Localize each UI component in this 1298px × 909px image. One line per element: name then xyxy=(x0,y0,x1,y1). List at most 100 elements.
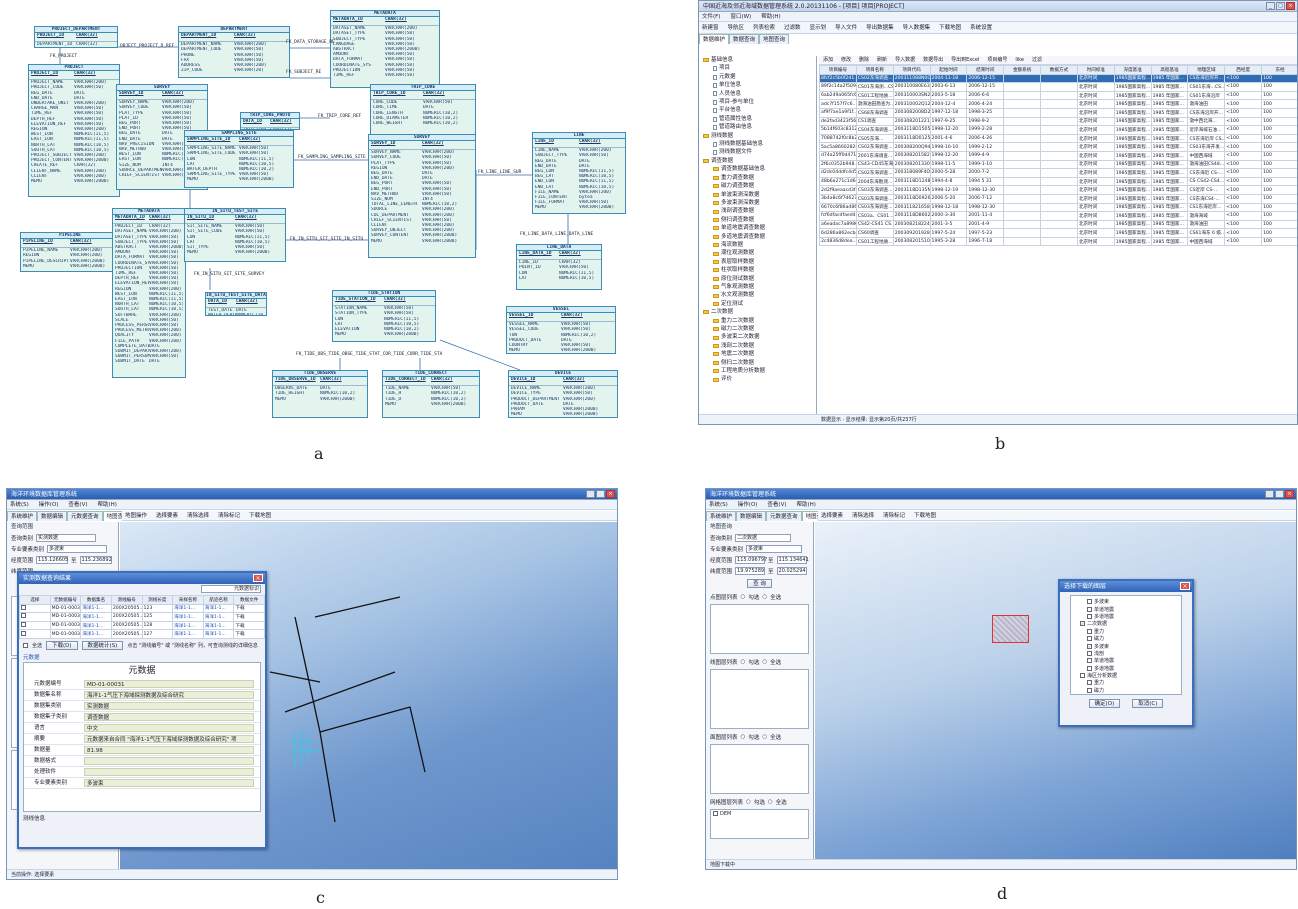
tree-node[interactable]: 项目-参与单位 xyxy=(703,98,816,106)
table-row[interactable]: 7088742f0c8b2...CS05东海...2003118D0125200… xyxy=(819,133,1297,144)
grid-toolbar-button[interactable]: 数据导出 xyxy=(923,56,943,64)
column-header[interactable]: 项目编号 xyxy=(819,65,857,75)
tree-node[interactable]: 人员信息 xyxy=(703,90,816,98)
tree-node[interactable]: 重力调查数据 xyxy=(703,174,816,182)
column-header[interactable]: 项目代码 xyxy=(892,65,931,75)
lat-min-input[interactable]: 19.975289 xyxy=(735,566,766,575)
grid-toolbar-button[interactable]: like xyxy=(1015,56,1024,64)
tree-node[interactable]: 二次数据 xyxy=(703,308,816,316)
layer-checkbox[interactable]: ✓ xyxy=(1087,643,1092,649)
toolbar-button[interactable]: 系统设置 xyxy=(970,22,992,33)
layer-list[interactable]: DEM xyxy=(710,809,809,839)
toolbar-button[interactable]: 选择要素 xyxy=(821,511,843,520)
menu-item[interactable]: 帮助(H) xyxy=(796,500,815,509)
column-header[interactable]: 结束时间 xyxy=(966,65,1005,75)
tree-node[interactable]: 水文观测数据 xyxy=(703,291,816,299)
layer-tree-item[interactable]: 磁力 xyxy=(1073,687,1179,694)
layer-tree-item[interactable]: 海区分析数据 xyxy=(1073,672,1179,679)
lon-min-input[interactable]: 115.096797 xyxy=(735,555,767,564)
column-header[interactable]: 起始时间 xyxy=(929,65,968,75)
tree-node[interactable]: 表层取样数据 xyxy=(703,258,816,266)
layer-tree-item[interactable]: 磁力 xyxy=(1073,635,1179,642)
nav-tab[interactable]: 元数据查询 xyxy=(766,511,802,521)
table-row[interactable]: 6ab249a065fc6...CS01工程地质...200310003SN25… xyxy=(819,90,1297,101)
tree-node[interactable]: 多道地震调查数据 xyxy=(703,233,816,241)
minimize-icon[interactable]: _ xyxy=(1266,2,1275,10)
tree-node[interactable]: 元数据 xyxy=(703,73,816,81)
nav-tab[interactable]: 元数据查询 xyxy=(67,511,103,521)
row-checkbox[interactable] xyxy=(21,613,26,619)
tree-node[interactable]: 多波束二次数据 xyxy=(703,333,816,341)
tree-node[interactable]: 原位测试数据 xyxy=(703,275,816,283)
ok-button[interactable]: 确定(O) xyxy=(1088,699,1121,708)
layer-tree-item[interactable]: 单道地震 xyxy=(1073,605,1179,613)
query-type-select[interactable]: 二次数据 xyxy=(735,533,792,542)
lon-max-input[interactable]: 115.134641 xyxy=(776,555,809,564)
toolbar-button[interactable]: 下载地图 xyxy=(249,511,271,520)
tree-node[interactable]: 重力二次数据 xyxy=(703,317,816,325)
menu-item[interactable]: 查看(V) xyxy=(767,500,786,509)
column-header[interactable]: 东经 xyxy=(1261,65,1297,75)
tree-node[interactable]: 管道路由信息 xyxy=(703,123,816,131)
toolbar-button[interactable]: 下载地图 xyxy=(939,22,961,33)
close-icon[interactable]: × xyxy=(606,490,615,498)
column-header[interactable]: 金额系统 xyxy=(1003,65,1042,75)
radio-icon[interactable]: ○ xyxy=(746,799,751,805)
nav-tab[interactable]: 地图查询 xyxy=(759,34,790,44)
tree-node[interactable]: 磁力二次数据 xyxy=(703,325,816,333)
tree-node[interactable]: 柱状取样数据 xyxy=(703,266,816,274)
result-row[interactable]: MD-01-00031 海洋1-1... 200X20505... 128 海洋1-1.… xyxy=(19,620,265,631)
table-row[interactable]: de2fad3423f56...CS1调查20030820122181997-9… xyxy=(819,116,1297,127)
table-row[interactable]: a6eadac7a8986...CS42-CS41 CS...200308218… xyxy=(819,219,1297,230)
table-row[interactable]: fcf6dfacdfaed4... CS03a、CS01... 2003118D86… xyxy=(819,211,1297,221)
query-button[interactable]: 查 询 xyxy=(747,579,772,588)
table-row[interactable]: 5ac5a8660282b...CS02东海调查...200308200Q943… xyxy=(819,142,1297,152)
row-checkbox[interactable] xyxy=(21,622,26,628)
tree-node[interactable]: 定位测试 xyxy=(703,300,816,308)
menu-item[interactable]: 文件(F) xyxy=(702,12,720,21)
toolbar-button[interactable]: 导入文件 xyxy=(835,22,857,33)
select-cell[interactable] xyxy=(19,603,51,614)
stats-button[interactable]: 数据统计(S) xyxy=(81,641,124,651)
select-cell[interactable] xyxy=(19,620,51,631)
table-row[interactable]: 2f6c0352b948...CS43-CD45东海...20030820133… xyxy=(819,159,1297,170)
lat-max-input[interactable]: 20.025294 xyxy=(776,566,807,575)
table-row[interactable]: adc7f157f7c6...渤海油田勘查为...200310002Q12362… xyxy=(819,99,1297,109)
tree-node[interactable]: 多波束测深数据 xyxy=(703,199,816,207)
download-link[interactable]: 下载 xyxy=(233,629,265,639)
tree-node[interactable]: 管道属性信息 xyxy=(703,115,816,123)
tree-node[interactable]: 基础信息 xyxy=(703,56,816,64)
tree-node[interactable]: 单道地震调查数据 xyxy=(703,224,816,232)
nav-tab[interactable]: 数据查询 xyxy=(729,34,760,44)
layer-tree-item[interactable]: 重力 xyxy=(1073,628,1179,635)
grid-toolbar-button[interactable]: 删除 xyxy=(859,56,869,64)
layer-tree-item[interactable]: 重力 xyxy=(1073,679,1179,686)
select-cell[interactable] xyxy=(19,629,51,639)
layer-list[interactable] xyxy=(710,744,809,794)
grid-toolbar-button[interactable]: 添加 xyxy=(823,56,833,64)
toolbar-button[interactable]: 过滤数 xyxy=(784,22,801,33)
menu-item[interactable]: 系统(S) xyxy=(10,500,29,509)
layer-checkbox[interactable] xyxy=(713,811,718,817)
toolbar-button[interactable]: 列表检索 xyxy=(753,22,775,33)
table-row[interactable]: 6d286a862ecbd...CS60调查20030920192831997-… xyxy=(819,228,1297,238)
nav-tab[interactable]: 数据编辑 xyxy=(37,511,68,521)
tree-node[interactable]: 测线数据基础信息 xyxy=(703,140,816,148)
tree-node[interactable]: 浅剖调查数据 xyxy=(703,207,816,215)
layer-list[interactable] xyxy=(710,669,809,729)
layer-tree-item[interactable]: 浅剖 xyxy=(1073,650,1179,657)
layer-tree-item[interactable]: 多道地震 xyxy=(1073,613,1179,620)
layer-list[interactable] xyxy=(710,604,809,654)
menu-item[interactable]: 帮助(H) xyxy=(97,500,116,509)
layer-tree-item[interactable]: 单道地震 xyxy=(1073,657,1179,664)
nav-tab[interactable]: 系统维护 xyxy=(7,511,38,521)
layer-checkbox[interactable] xyxy=(1087,650,1092,656)
layer-item[interactable]: DEM xyxy=(711,810,808,817)
tree-node[interactable]: 评价 xyxy=(703,375,816,383)
column-header[interactable]: 西经度 xyxy=(1224,65,1263,75)
tree-node[interactable]: 单位信息 xyxy=(703,81,816,89)
nav-tab[interactable]: 数据编辑 xyxy=(736,511,767,521)
maximize-icon[interactable]: □ xyxy=(1276,2,1285,10)
menu-item[interactable]: 帮助(H) xyxy=(761,12,780,21)
table-row[interactable]: d2dc04ddfc4d5...CS02东海调查...200318089F4O8… xyxy=(819,168,1297,178)
